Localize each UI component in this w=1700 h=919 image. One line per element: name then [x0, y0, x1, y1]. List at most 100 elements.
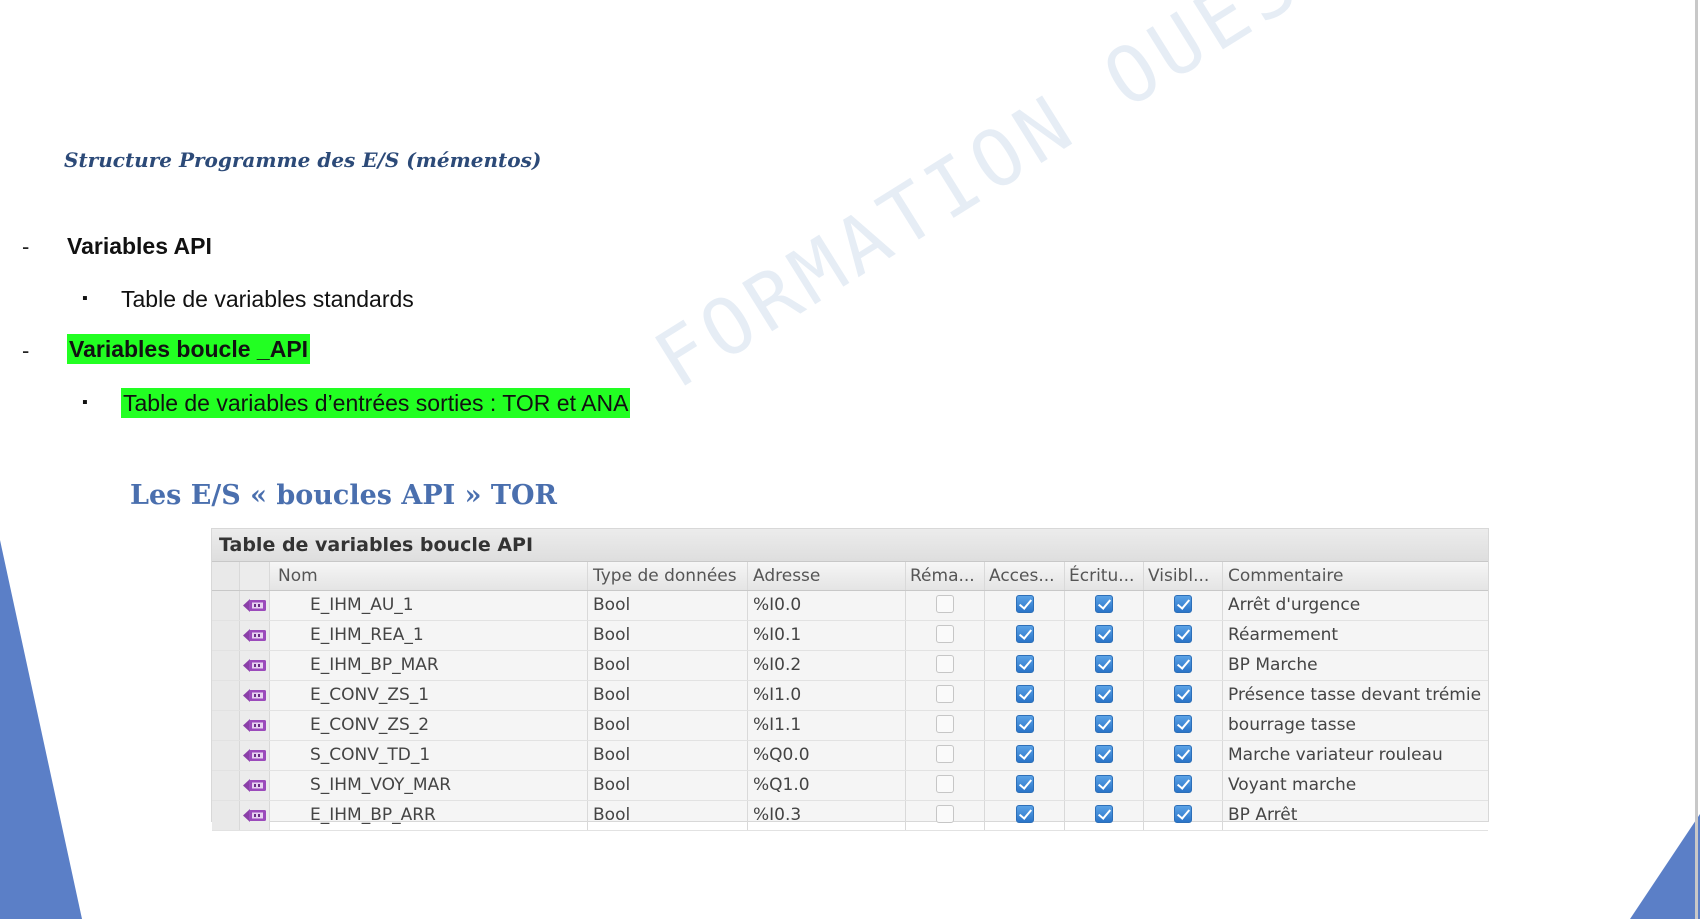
row-selector[interactable] [212, 591, 240, 620]
cell-nom[interactable]: E_IHM_REA_1 [270, 621, 588, 650]
cell-accessible [985, 591, 1065, 620]
cell-commentaire[interactable]: Arrêt d'urgence [1223, 591, 1488, 620]
cell-nom[interactable]: E_IHM_BP_MAR [270, 651, 588, 680]
cell-type[interactable]: Bool [588, 681, 748, 710]
writable-checkbox[interactable] [1095, 684, 1113, 703]
cell-type[interactable]: Bool [588, 801, 748, 830]
header-commentaire[interactable]: Commentaire [1223, 562, 1488, 590]
cell-type[interactable]: Bool [588, 741, 748, 770]
cell-commentaire[interactable]: bourrage tasse [1223, 711, 1488, 740]
retain-checkbox[interactable] [936, 774, 954, 793]
cell-commentaire[interactable]: Voyant marche [1223, 771, 1488, 800]
cell-remanence [906, 591, 985, 620]
cell-nom[interactable]: E_CONV_ZS_1 [270, 681, 588, 710]
cell-commentaire[interactable]: BP Marche [1223, 651, 1488, 680]
bullet-marker: ▪ [82, 394, 88, 411]
writable-checkbox[interactable] [1095, 774, 1113, 793]
visible-checkbox[interactable] [1174, 624, 1192, 643]
header-spacer [212, 562, 240, 590]
retain-checkbox[interactable] [936, 624, 954, 643]
cell-ecriture [1065, 591, 1144, 620]
cell-adresse[interactable]: %I0.3 [748, 801, 906, 830]
writable-checkbox[interactable] [1095, 744, 1113, 763]
table-row[interactable]: E_IHM_BP_ARR Bool %I0.3 BP Arrêt [212, 801, 1488, 831]
header-accessible[interactable]: Acces... [985, 562, 1065, 590]
accessible-checkbox[interactable] [1015, 804, 1034, 823]
accessible-checkbox[interactable] [1015, 594, 1034, 613]
cell-type[interactable]: Bool [588, 621, 748, 650]
row-selector[interactable] [212, 711, 240, 740]
visible-checkbox[interactable] [1174, 744, 1192, 763]
cell-type[interactable]: Bool [588, 591, 748, 620]
cell-nom[interactable]: S_CONV_TD_1 [270, 741, 588, 770]
table-row[interactable]: E_IHM_REA_1 Bool %I0.1 Réarmement [212, 621, 1488, 651]
table-row[interactable]: S_IHM_VOY_MAR Bool %Q1.0 Voyant marche [212, 771, 1488, 801]
accessible-checkbox[interactable] [1015, 624, 1034, 643]
retain-checkbox[interactable] [936, 714, 954, 733]
writable-checkbox[interactable] [1095, 594, 1113, 613]
bullet-marker: ▪ [82, 290, 88, 307]
cell-visible [1144, 771, 1223, 800]
cell-commentaire[interactable]: Réarmement [1223, 621, 1488, 650]
cell-commentaire[interactable]: Marche variateur rouleau [1223, 741, 1488, 770]
header-visible[interactable]: Visibl... [1144, 562, 1223, 590]
accessible-checkbox[interactable] [1015, 654, 1034, 673]
visible-checkbox[interactable] [1174, 594, 1192, 613]
cell-type[interactable]: Bool [588, 771, 748, 800]
header-type[interactable]: Type de données [588, 562, 748, 590]
table-row[interactable]: E_IHM_BP_MAR Bool %I0.2 BP Marche [212, 651, 1488, 681]
accessible-checkbox[interactable] [1015, 714, 1034, 733]
writable-checkbox[interactable] [1095, 804, 1113, 823]
table-row[interactable]: E_IHM_AU_1 Bool %I0.0 Arrêt d'urgence [212, 591, 1488, 621]
accessible-checkbox[interactable] [1015, 744, 1034, 763]
accessible-checkbox[interactable] [1015, 774, 1034, 793]
accessible-checkbox[interactable] [1015, 684, 1034, 703]
cell-type[interactable]: Bool [588, 711, 748, 740]
header-nom[interactable]: Nom [270, 562, 588, 590]
cell-accessible [985, 711, 1065, 740]
cell-adresse[interactable]: %Q0.0 [748, 741, 906, 770]
row-selector[interactable] [212, 681, 240, 710]
table-row[interactable]: E_CONV_ZS_2 Bool %I1.1 bourrage tasse [212, 711, 1488, 741]
cell-accessible [985, 801, 1065, 830]
writable-checkbox[interactable] [1095, 624, 1113, 643]
cell-adresse[interactable]: %I0.0 [748, 591, 906, 620]
cell-adresse[interactable]: %I1.1 [748, 711, 906, 740]
cell-adresse[interactable]: %I0.2 [748, 651, 906, 680]
row-selector[interactable] [212, 771, 240, 800]
retain-checkbox[interactable] [936, 804, 954, 823]
cell-nom[interactable]: E_IHM_BP_ARR [270, 801, 588, 830]
visible-checkbox[interactable] [1174, 774, 1192, 793]
cell-adresse[interactable]: %I1.0 [748, 681, 906, 710]
row-selector[interactable] [212, 801, 240, 830]
header-adresse[interactable]: Adresse [748, 562, 906, 590]
header-ecriture[interactable]: Écritu... [1065, 562, 1144, 590]
cell-accessible [985, 741, 1065, 770]
retain-checkbox[interactable] [936, 594, 954, 613]
cell-ecriture [1065, 681, 1144, 710]
cell-nom[interactable]: S_IHM_VOY_MAR [270, 771, 588, 800]
writable-checkbox[interactable] [1095, 714, 1113, 733]
visible-checkbox[interactable] [1174, 684, 1192, 703]
retain-checkbox[interactable] [936, 654, 954, 673]
cell-type[interactable]: Bool [588, 651, 748, 680]
retain-checkbox[interactable] [936, 744, 954, 763]
cell-commentaire[interactable]: BP Arrêt [1223, 801, 1488, 830]
visible-checkbox[interactable] [1174, 654, 1192, 673]
writable-checkbox[interactable] [1095, 654, 1113, 673]
cell-adresse[interactable]: %Q1.0 [748, 771, 906, 800]
cell-adresse[interactable]: %I0.1 [748, 621, 906, 650]
row-selector[interactable] [212, 741, 240, 770]
header-remanence[interactable]: Réma... [906, 562, 985, 590]
visible-checkbox[interactable] [1174, 804, 1192, 823]
cell-commentaire[interactable]: Présence tasse devant trémie [1223, 681, 1488, 710]
scrollbar[interactable] [1695, 0, 1698, 919]
cell-nom[interactable]: E_CONV_ZS_2 [270, 711, 588, 740]
retain-checkbox[interactable] [936, 684, 954, 703]
table-row[interactable]: E_CONV_ZS_1 Bool %I1.0 Présence tasse de… [212, 681, 1488, 711]
row-selector[interactable] [212, 621, 240, 650]
cell-nom[interactable]: E_IHM_AU_1 [270, 591, 588, 620]
table-row[interactable]: S_CONV_TD_1 Bool %Q0.0 Marche variateur … [212, 741, 1488, 771]
row-selector[interactable] [212, 651, 240, 680]
visible-checkbox[interactable] [1174, 714, 1192, 733]
